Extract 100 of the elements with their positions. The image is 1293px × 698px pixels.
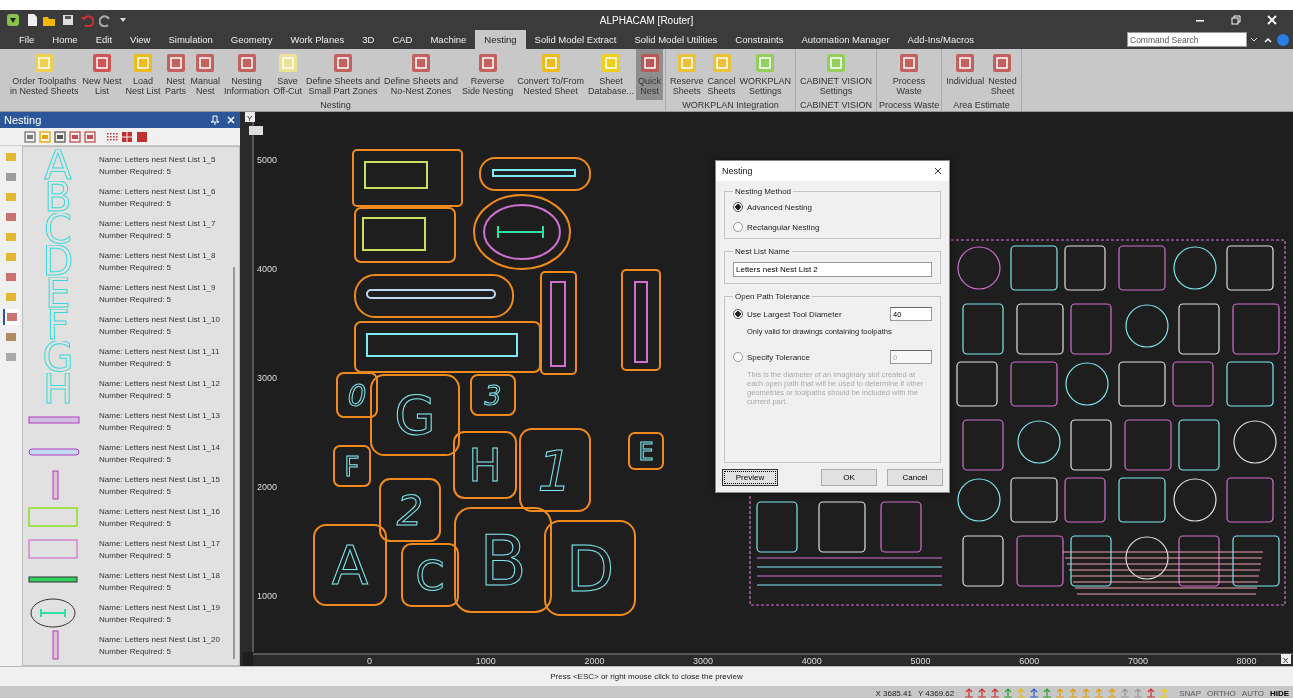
ribbon-button[interactable]: Process Waste (890, 49, 928, 100)
ribbon-button[interactable]: Define Sheets and No-Nest Zones (382, 49, 461, 100)
radio-label[interactable]: Rectangular Nesting (747, 222, 820, 232)
snap-mode-icon[interactable] (1029, 688, 1040, 698)
ribbon-button[interactable]: Load Nest List (123, 49, 163, 100)
menu-tab[interactable]: Automation Manager (792, 30, 899, 49)
part-thumbnail (52, 470, 59, 500)
part-letter: H (468, 439, 502, 491)
scrollbar-track[interactable] (233, 267, 235, 659)
ribbon-button[interactable]: Reserve Sheets (668, 49, 706, 100)
radio-button[interactable] (733, 222, 743, 232)
y-coordinate: Y 4369.62 (917, 688, 955, 698)
snap-mode-icon[interactable] (1003, 688, 1014, 698)
ribbon-button[interactable]: Quick Nest (636, 49, 664, 100)
status-toggle[interactable]: ORTHO (1207, 688, 1236, 698)
ribbon-button[interactable]: Manual Nest (188, 49, 223, 100)
part-name: Name: Letters nest Nest List 1_12 (99, 378, 221, 388)
toolbar-tool-icon[interactable] (69, 130, 81, 143)
side-tab[interactable] (3, 309, 19, 325)
menu-tab[interactable]: Work Planes (281, 30, 354, 49)
menu-tab[interactable]: Edit (86, 30, 122, 49)
snap-mode-icon[interactable] (1120, 688, 1131, 698)
ribbon-button[interactable]: Reverse Side Nesting (460, 49, 516, 100)
ruler-label: 5000 (257, 155, 278, 165)
part-thumbnail-letter: H (42, 373, 74, 405)
four-squares-icon[interactable] (121, 130, 133, 143)
toolbar-tool-icon[interactable] (24, 130, 36, 143)
menu-tab[interactable]: Add-Ins/Macros (898, 30, 984, 49)
ribbon-button[interactable]: CABINET VISION Settings (798, 49, 874, 100)
menu-tab[interactable]: Constraints (726, 30, 793, 49)
radio-label[interactable]: Use Largest Tool Diameter (747, 309, 842, 319)
ribbon-button[interactable]: Define Sheets and Small Part Zones (304, 49, 383, 100)
dot-grid-icon[interactable] (106, 130, 118, 143)
radio-button[interactable] (733, 352, 743, 362)
snap-mode-icon[interactable] (990, 688, 1001, 698)
snap-mode-icon[interactable] (1133, 688, 1144, 698)
ribbon-button[interactable]: Nest Parts (162, 49, 189, 100)
ribbon-button[interactable]: Nested Sheet (986, 49, 1019, 100)
ruler-label: 6000 (1019, 656, 1040, 666)
toolbar-tool-icon[interactable] (84, 130, 96, 143)
group-label: Nest List Name (734, 247, 791, 256)
panel-title: Nesting (4, 114, 43, 126)
close-icon[interactable] (933, 166, 943, 176)
dialog-title: Nesting (722, 166, 753, 176)
menu-tab[interactable]: Solid Model Utilities (625, 30, 727, 49)
menu-tab[interactable]: 3D (353, 30, 384, 49)
menu-tab[interactable]: Home (43, 30, 87, 49)
restore-icon[interactable] (1229, 13, 1243, 27)
save-icon[interactable] (61, 13, 75, 27)
redo-icon[interactable] (99, 13, 113, 27)
undo-icon[interactable] (80, 13, 94, 27)
dialog-button[interactable]: Cancel (887, 469, 943, 486)
snap-mode-icon[interactable] (1042, 688, 1053, 698)
menu-tab[interactable]: View (121, 30, 160, 49)
menu-tab[interactable]: Nesting (475, 30, 526, 49)
side-tab-icon (5, 331, 17, 343)
app-logo-icon[interactable] (6, 13, 20, 27)
part-name: Name: Letters nest Nest List 1_19 (99, 602, 221, 612)
toolbar-tool-icon[interactable] (54, 130, 66, 143)
part-name: Name: Letters nest Nest List 1_11 (99, 346, 221, 356)
ribbon-button[interactable]: Individual (944, 49, 987, 100)
ribbon-button[interactable]: Cancel Sheets (705, 49, 738, 100)
snap-mode-icon[interactable] (977, 688, 988, 698)
radio-button[interactable] (733, 202, 743, 212)
menu-tab[interactable]: Simulation (159, 30, 222, 49)
ribbon-button[interactable]: Save Off-Cut (271, 49, 304, 100)
status-toggle[interactable]: AUTO (1241, 688, 1264, 698)
menu-tab[interactable]: Machine (421, 30, 476, 49)
snap-mode-icon[interactable] (1146, 688, 1157, 698)
menu-tab[interactable]: File (10, 30, 44, 49)
radio-label[interactable]: Advanced Nesting (747, 202, 812, 212)
dialog-button[interactable]: Preview (722, 469, 778, 486)
new-file-icon[interactable] (25, 13, 37, 27)
radio-button[interactable] (733, 309, 743, 319)
ruler-label: 4000 (257, 264, 278, 274)
close-icon[interactable] (1265, 13, 1279, 27)
command-search-field[interactable]: Command Search (1127, 32, 1247, 47)
nest-list-name-field[interactable]: Letters nest Nest List 2 (733, 262, 932, 277)
ribbon-button[interactable]: Nesting Information (222, 49, 272, 100)
ribbon-button[interactable]: WORKPLAN Settings (737, 49, 794, 100)
menu-tab[interactable]: CAD (383, 30, 422, 49)
ribbon-button[interactable]: Convert To/From Nested Sheet (515, 49, 586, 100)
ribbon-button[interactable]: New Nest List (80, 49, 124, 100)
part-thumbnail-letter: E (45, 277, 71, 309)
radio-label[interactable]: Specify Tolerance (747, 352, 810, 362)
pin-icon[interactable] (210, 114, 220, 126)
part-thumbnail (28, 416, 80, 424)
square-icon[interactable] (136, 130, 148, 143)
status-toggle[interactable]: SNAP (1179, 688, 1202, 698)
menu-tab[interactable]: Solid Model Extract (525, 30, 626, 49)
ribbon-button[interactable]: Sheet Database... (586, 49, 637, 100)
part-count: Number Required: 5 (99, 486, 173, 496)
menu-tab[interactable]: Geometry (221, 30, 282, 49)
snap-mode-icon[interactable] (964, 688, 975, 698)
part-letter: F (344, 450, 360, 482)
ribbon-button[interactable]: Order Toolpaths in Nested Sheets (8, 49, 81, 100)
dialog-button[interactable]: OK (821, 469, 877, 486)
ribbon-group-label: WORKPLAN Integration (682, 100, 779, 111)
status-toggle[interactable]: HIDE (1269, 688, 1289, 698)
ruler-label: 2000 (584, 656, 605, 666)
